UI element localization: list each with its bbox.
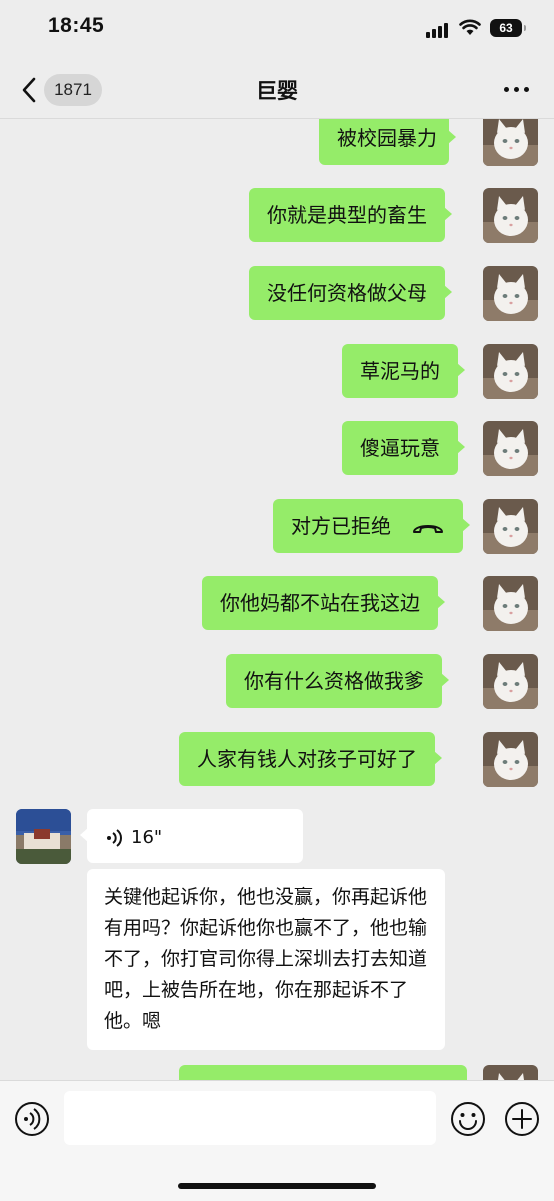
message-bubble[interactable]: 关键他起诉你，他也没赢，你再起诉他有用吗？你起诉他你也赢不了，他也输不了，你打官… <box>87 869 445 1050</box>
my-avatar[interactable] <box>483 119 538 166</box>
my-avatar[interactable] <box>483 732 538 787</box>
message-input[interactable] <box>64 1091 436 1145</box>
phone-hangup-icon <box>413 524 444 533</box>
status-time: 18:45 <box>48 14 105 37</box>
cat-avatar-image <box>483 344 538 399</box>
cat-avatar-image <box>483 188 538 243</box>
message-bubble[interactable]: 你他妈都不站在我这边 <box>202 576 445 630</box>
cat-avatar-image <box>483 119 538 166</box>
message-bubble[interactable]: 被校园暴力 <box>319 119 456 165</box>
cat-avatar-image <box>483 421 538 476</box>
voice-message-bubble[interactable]: 16" <box>80 809 303 863</box>
message-bubble[interactable]: 草泥马的 <box>342 344 465 398</box>
message-bubble[interactable] <box>179 1065 467 1080</box>
cat-avatar-image <box>483 1065 538 1080</box>
voice-icon[interactable] <box>14 1101 50 1137</box>
plus-icon[interactable] <box>504 1101 540 1137</box>
chat-message-list[interactable]: 被校园暴力 你就是典型的畜生 没任何资格做父母 草泥马的 傻逼玩意 对方已拒绝 … <box>0 119 554 1080</box>
my-avatar[interactable] <box>483 188 538 243</box>
message-bubble[interactable]: 你就是典型的畜生 <box>249 188 452 242</box>
cat-avatar-image <box>483 499 538 554</box>
message-bubble[interactable]: 傻逼玩意 <box>342 421 465 475</box>
my-avatar[interactable] <box>483 344 538 399</box>
my-avatar[interactable] <box>483 266 538 321</box>
voice-duration: 16" <box>131 827 163 848</box>
my-avatar[interactable] <box>483 654 538 709</box>
signal-icon <box>426 22 450 38</box>
message-bubble[interactable]: 你有什么资格做我爹 <box>226 654 449 708</box>
my-avatar[interactable] <box>483 421 538 476</box>
call-declined-bubble[interactable]: 对方已拒绝 <box>273 499 471 553</box>
my-avatar[interactable] <box>483 499 538 554</box>
home-indicator <box>178 1183 376 1189</box>
cat-avatar-image <box>483 654 538 709</box>
more-icon[interactable] <box>504 87 530 93</box>
emoji-icon[interactable] <box>450 1101 486 1137</box>
cat-avatar-image <box>483 266 538 321</box>
battery-indicator: 63 <box>490 19 526 37</box>
chat-header: 1871 巨婴 <box>0 62 554 119</box>
cat-avatar-image <box>483 576 538 631</box>
cat-avatar-image <box>483 732 538 787</box>
message-bubble[interactable]: 人家有钱人对孩子可好了 <box>179 732 442 786</box>
wifi-icon <box>459 19 481 35</box>
contact-avatar[interactable] <box>16 809 71 864</box>
voice-wave-icon <box>107 828 122 847</box>
call-status-text: 对方已拒绝 <box>291 514 391 538</box>
message-bubble[interactable]: 没任何资格做父母 <box>249 266 452 320</box>
my-avatar[interactable] <box>483 1065 538 1080</box>
chat-title: 巨婴 <box>256 79 298 103</box>
contact-avatar-image <box>16 809 71 864</box>
status-bar: 18:45 63 <box>0 0 554 60</box>
my-avatar[interactable] <box>483 576 538 631</box>
